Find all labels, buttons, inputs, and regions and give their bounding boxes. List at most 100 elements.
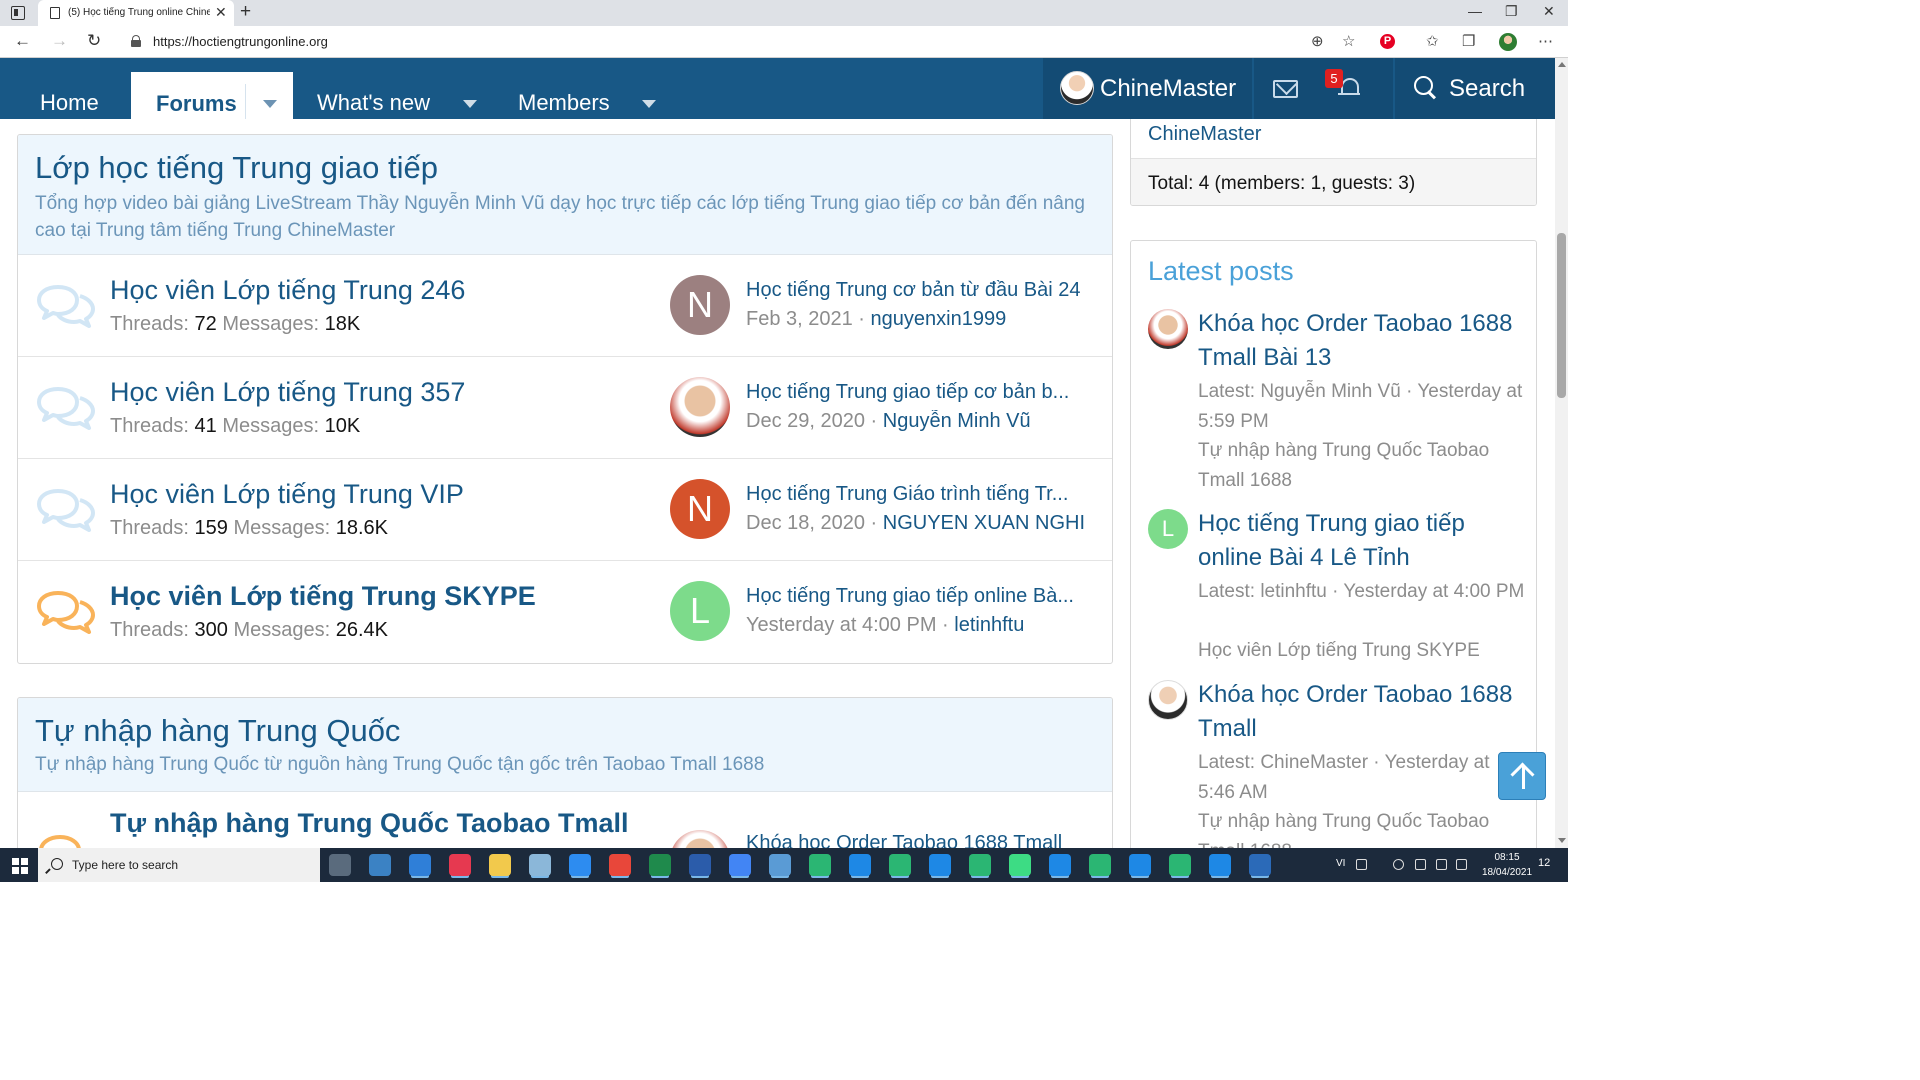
last-post-user[interactable]: nguyenxin1999 bbox=[871, 308, 1007, 330]
forward-icon[interactable]: → bbox=[51, 31, 68, 51]
taskbar-app-icon[interactable] bbox=[1129, 854, 1151, 876]
forum-node-title[interactable]: Tự nhập hàng Trung Quốc Taobao Tmall bbox=[110, 808, 629, 839]
avatar[interactable] bbox=[670, 830, 730, 848]
taskbar-app-icon[interactable] bbox=[1249, 854, 1271, 876]
input-language[interactable]: VI bbox=[1336, 858, 1345, 869]
add-favorite-icon[interactable]: ☆ bbox=[1342, 32, 1355, 50]
latest-post-meta[interactable]: Latest: ChineMaster · Yesterday at 5:46 … bbox=[1198, 748, 1528, 807]
taskbar-app-icon[interactable] bbox=[1169, 854, 1191, 876]
last-post-user[interactable]: letinhftu bbox=[954, 614, 1024, 636]
clock-time[interactable]: 08:15 bbox=[1484, 852, 1530, 863]
windows-start-icon[interactable] bbox=[12, 858, 28, 874]
taskbar-app-icon[interactable] bbox=[609, 854, 631, 876]
online-user-link[interactable]: ChineMaster bbox=[1148, 123, 1261, 146]
avatar[interactable] bbox=[670, 377, 730, 437]
taskbar-app-icon[interactable] bbox=[1089, 854, 1111, 876]
scroll-to-top-button[interactable] bbox=[1498, 752, 1546, 800]
latest-post-forum[interactable]: Tự nhập hàng Trung Quốc Taobao Tmall 168… bbox=[1198, 807, 1528, 848]
taskbar-app-icon[interactable] bbox=[489, 854, 511, 876]
taskbar-app-icon[interactable] bbox=[449, 854, 471, 876]
latest-post-meta[interactable]: Latest: letinhftu · Yesterday at 4:00 PM bbox=[1198, 577, 1528, 607]
forum-node-title[interactable]: Học viên Lớp tiếng Trung 357 bbox=[110, 377, 465, 408]
browser-tab[interactable]: (5) Học tiếng Trung online ChineMaster ✕ bbox=[38, 0, 234, 26]
taskbar-app-icon[interactable] bbox=[529, 854, 551, 876]
taskbar-app-icon[interactable] bbox=[969, 854, 991, 876]
lock-icon[interactable] bbox=[131, 35, 141, 47]
taskbar-app-icon[interactable] bbox=[849, 854, 871, 876]
latest-post-forum[interactable]: Tự nhập hàng Trung Quốc Taobao Tmall 168… bbox=[1198, 436, 1528, 495]
search-button[interactable]: Search bbox=[1449, 75, 1525, 103]
last-post-title[interactable]: Học tiếng Trung giao tiếp online Bà... bbox=[746, 585, 1096, 608]
latest-post-meta[interactable]: Latest: Nguyễn Minh Vũ · Yesterday at 5:… bbox=[1198, 377, 1528, 436]
avatar[interactable] bbox=[1060, 71, 1094, 105]
tray-wifi-icon[interactable] bbox=[1436, 859, 1447, 870]
taskbar-app-icon[interactable] bbox=[1009, 854, 1031, 876]
avatar[interactable]: L bbox=[670, 581, 730, 641]
tray-keyboard-icon[interactable] bbox=[1356, 859, 1367, 870]
chevron-down-icon[interactable] bbox=[263, 100, 277, 108]
scrollbar-thumb[interactable] bbox=[1557, 233, 1566, 398]
zoom-icon[interactable]: ⊕ bbox=[1311, 32, 1324, 50]
window-close-icon[interactable]: ✕ bbox=[1543, 3, 1555, 20]
category-title[interactable]: Tự nhập hàng Trung Quốc bbox=[35, 713, 1095, 749]
last-post-date[interactable]: Dec 29, 2020 bbox=[746, 410, 865, 432]
avatar[interactable]: N bbox=[670, 275, 730, 335]
nav-whats-new[interactable]: What's new bbox=[317, 90, 430, 116]
avatar[interactable] bbox=[1148, 309, 1188, 349]
tab-close-icon[interactable]: ✕ bbox=[215, 4, 227, 21]
url-field[interactable]: https://hoctiengtrungonline.org bbox=[153, 34, 328, 49]
account-name[interactable]: ChineMaster bbox=[1100, 75, 1236, 103]
forum-node-title[interactable]: Học viên Lớp tiếng Trung 246 bbox=[110, 275, 465, 306]
last-post-title[interactable]: Học tiếng Trung giao tiếp cơ bản b... bbox=[746, 381, 1096, 404]
clock-date[interactable]: 18/04/2021 bbox=[1480, 867, 1534, 878]
tab-actions-icon[interactable] bbox=[11, 6, 25, 20]
forum-node[interactable]: Học viên Lớp tiếng Trung SKYPE Threads: … bbox=[18, 561, 1112, 663]
taskbar-app-icon[interactable] bbox=[329, 854, 351, 876]
reload-icon[interactable]: ↻ bbox=[87, 31, 101, 51]
taskbar-app-icon[interactable] bbox=[689, 854, 711, 876]
taskbar-app-icon[interactable] bbox=[769, 854, 791, 876]
maximize-icon[interactable]: ❐ bbox=[1505, 3, 1518, 20]
forum-node[interactable]: Học viên Lớp tiếng Trung 357 Threads: 41… bbox=[18, 357, 1112, 459]
taskbar-app-icon[interactable] bbox=[809, 854, 831, 876]
forum-node[interactable]: Học viên Lớp tiếng Trung 246 Threads: 72… bbox=[18, 255, 1112, 357]
latest-post-title[interactable]: Học tiếng Trung giao tiếp online Bài 4 L… bbox=[1198, 507, 1528, 575]
last-post-user[interactable]: Nguyễn Minh Vũ bbox=[883, 410, 1031, 432]
forum-node-title[interactable]: Học viên Lớp tiếng Trung VIP bbox=[110, 479, 464, 510]
taskbar-app-icon[interactable] bbox=[889, 854, 911, 876]
taskbar-app-icon[interactable] bbox=[369, 854, 391, 876]
avatar[interactable] bbox=[1148, 680, 1188, 720]
chevron-down-icon[interactable] bbox=[642, 100, 656, 108]
tray-network-icon[interactable] bbox=[1393, 859, 1404, 870]
back-icon[interactable]: ← bbox=[14, 31, 31, 51]
last-post-date[interactable]: Feb 3, 2021 bbox=[746, 308, 853, 330]
pinterest-icon[interactable]: P bbox=[1380, 34, 1395, 49]
latest-post-forum[interactable]: Học viên Lớp tiếng Trung SKYPE bbox=[1198, 636, 1528, 666]
latest-post-title[interactable]: Khóa học Order Taobao 1688 Tmall bbox=[1198, 678, 1528, 746]
favorites-icon[interactable]: ✩ bbox=[1426, 32, 1439, 50]
settings-menu-icon[interactable]: ⋯ bbox=[1538, 32, 1553, 50]
taskbar-app-icon[interactable] bbox=[409, 854, 431, 876]
chevron-down-icon[interactable] bbox=[463, 100, 477, 108]
category-title[interactable]: Lớp học tiếng Trung giao tiếp bbox=[35, 150, 1095, 186]
forum-node[interactable]: Học viên Lớp tiếng Trung VIP Threads: 15… bbox=[18, 459, 1112, 561]
latest-post-title[interactable]: Khóa học Order Taobao 1688 Tmall Bài 13 bbox=[1198, 307, 1528, 375]
minimize-icon[interactable]: — bbox=[1468, 3, 1482, 19]
last-post-title[interactable]: Khóa học Order Taobao 1688 Tmall bbox=[746, 832, 1096, 848]
taskbar-app-icon[interactable] bbox=[929, 854, 951, 876]
taskbar-app-icon[interactable] bbox=[729, 854, 751, 876]
nav-members[interactable]: Members bbox=[518, 90, 610, 116]
last-post-user[interactable]: NGUYEN XUAN NGHI bbox=[883, 512, 1085, 534]
notification-count[interactable]: 12 bbox=[1538, 857, 1550, 869]
last-post-title[interactable]: Học tiếng Trung cơ bản từ đầu Bài 24 bbox=[746, 279, 1096, 302]
last-post-title[interactable]: Học tiếng Trung Giáo trình tiếng Tr... bbox=[746, 483, 1096, 506]
tray-battery-icon[interactable] bbox=[1415, 859, 1426, 870]
bell-icon[interactable] bbox=[1338, 76, 1360, 98]
collections-icon[interactable]: ❐ bbox=[1462, 32, 1475, 50]
nav-forums[interactable]: Forums bbox=[131, 72, 293, 119]
forum-node[interactable]: Tự nhập hàng Trung Quốc Taobao Tmall Khó… bbox=[18, 792, 1112, 848]
scroll-up-icon[interactable] bbox=[1558, 62, 1566, 67]
taskbar-app-icon[interactable] bbox=[569, 854, 591, 876]
search-icon[interactable] bbox=[1414, 76, 1438, 100]
last-post-date[interactable]: Yesterday at 4:00 PM bbox=[746, 614, 937, 636]
